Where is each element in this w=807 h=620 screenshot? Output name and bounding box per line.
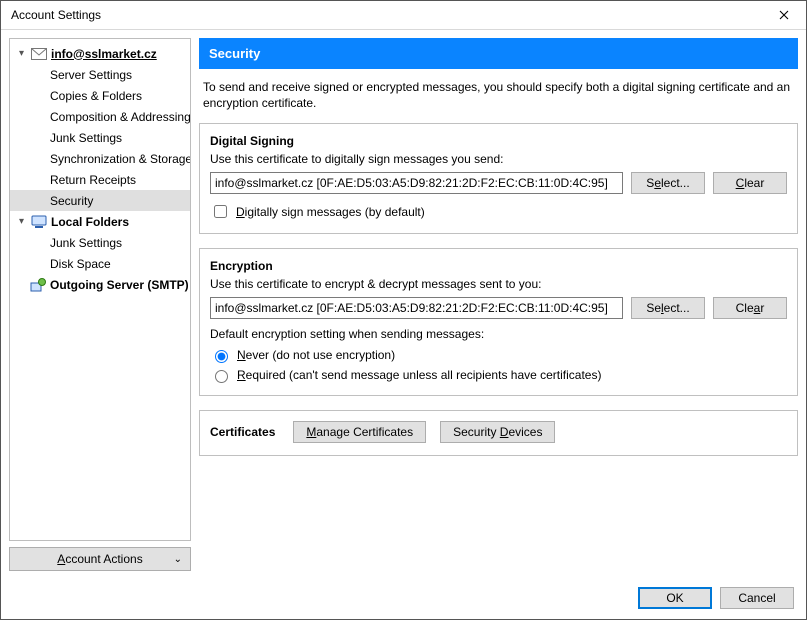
digitally-sign-checkbox-row[interactable]: Digitally sign messages (by default) (210, 202, 787, 221)
tree-account-root[interactable]: ▾ info@sslmarket.cz (10, 43, 190, 64)
default-encryption-label: Default encryption setting when sending … (210, 327, 787, 341)
tree-item-sync-storage[interactable]: Synchronization & Storage (10, 148, 190, 169)
mail-account-icon (31, 46, 47, 62)
tree-item-composition[interactable]: Composition & Addressing (10, 106, 190, 127)
encryption-title: Encryption (210, 259, 787, 273)
encryption-clear-button[interactable]: Clear (713, 297, 787, 319)
account-settings-window: Account Settings ▾ info@sslmarket.cz Ser… (0, 0, 807, 620)
encryption-never-radio[interactable] (215, 350, 228, 363)
close-button[interactable] (761, 1, 806, 30)
sidebar: ▾ info@sslmarket.cz Server Settings Copi… (9, 38, 191, 571)
tree-local-folders-root[interactable]: ▾ Local Folders (10, 211, 190, 232)
encryption-desc: Use this certificate to encrypt & decryp… (210, 277, 787, 291)
encryption-never-label: Never (do not use encryption) (237, 348, 395, 362)
outgoing-server-icon (30, 277, 46, 293)
window-title: Account Settings (11, 8, 761, 22)
encryption-select-button[interactable]: Select... (631, 297, 705, 319)
digitally-sign-label: Digitally sign messages (by default) (236, 205, 425, 219)
intro-text: To send and receive signed or encrypted … (199, 69, 798, 123)
chevron-down-icon[interactable]: ▾ (16, 48, 27, 59)
tree-item-smtp[interactable]: Outgoing Server (SMTP) (10, 274, 190, 295)
main-panel: Security To send and receive signed or e… (199, 38, 798, 571)
body: ▾ info@sslmarket.cz Server Settings Copi… (1, 30, 806, 579)
encryption-required-radio[interactable] (215, 370, 228, 383)
tree-item-security[interactable]: Security (10, 190, 190, 211)
tree-item-copies-folders[interactable]: Copies & Folders (10, 85, 190, 106)
encryption-cert-input[interactable] (210, 297, 623, 319)
local-folders-label: Local Folders (51, 215, 129, 229)
smtp-label: Outgoing Server (SMTP) (50, 278, 189, 292)
signing-select-button[interactable]: Select... (631, 172, 705, 194)
manage-certificates-button[interactable]: Manage Certificates (293, 421, 426, 443)
account-actions-button[interactable]: Account Actions ⌄ (9, 547, 191, 571)
signing-clear-button[interactable]: Clear (713, 172, 787, 194)
titlebar: Account Settings (1, 1, 806, 30)
tree-item-junk[interactable]: Junk Settings (10, 127, 190, 148)
certificates-label: Certificates (210, 425, 275, 439)
encryption-never-row[interactable]: Never (do not use encryption) (210, 347, 787, 363)
certificates-group: Certificates Manage Certificates Securit… (199, 410, 798, 456)
signing-cert-input[interactable] (210, 172, 623, 194)
tree-item-disk-space[interactable]: Disk Space (10, 253, 190, 274)
close-icon (779, 10, 789, 20)
encryption-required-label: Required (can't send message unless all … (237, 368, 601, 382)
panel-title: Security (209, 46, 260, 61)
tree-item-local-junk[interactable]: Junk Settings (10, 232, 190, 253)
local-folders-icon (31, 214, 47, 230)
encryption-group: Encryption Use this certificate to encry… (199, 248, 798, 396)
account-tree[interactable]: ▾ info@sslmarket.cz Server Settings Copi… (9, 38, 191, 541)
signing-desc: Use this certificate to digitally sign m… (210, 152, 787, 166)
ok-button[interactable]: OK (638, 587, 712, 609)
cancel-button[interactable]: Cancel (720, 587, 794, 609)
signing-title: Digital Signing (210, 134, 787, 148)
security-devices-button[interactable]: Security Devices (440, 421, 555, 443)
tree-item-return-receipts[interactable]: Return Receipts (10, 169, 190, 190)
panel-header: Security (199, 38, 798, 69)
digital-signing-group: Digital Signing Use this certificate to … (199, 123, 798, 234)
account-email-label: info@sslmarket.cz (51, 47, 157, 61)
encryption-required-row[interactable]: Required (can't send message unless all … (210, 367, 787, 383)
dialog-footer: OK Cancel (1, 579, 806, 619)
chevron-down-icon: ⌄ (174, 554, 182, 565)
account-actions-label: ccount Actions (65, 552, 142, 566)
digitally-sign-checkbox[interactable] (214, 205, 227, 218)
chevron-down-icon[interactable]: ▾ (16, 216, 27, 227)
tree-item-server-settings[interactable]: Server Settings (10, 64, 190, 85)
